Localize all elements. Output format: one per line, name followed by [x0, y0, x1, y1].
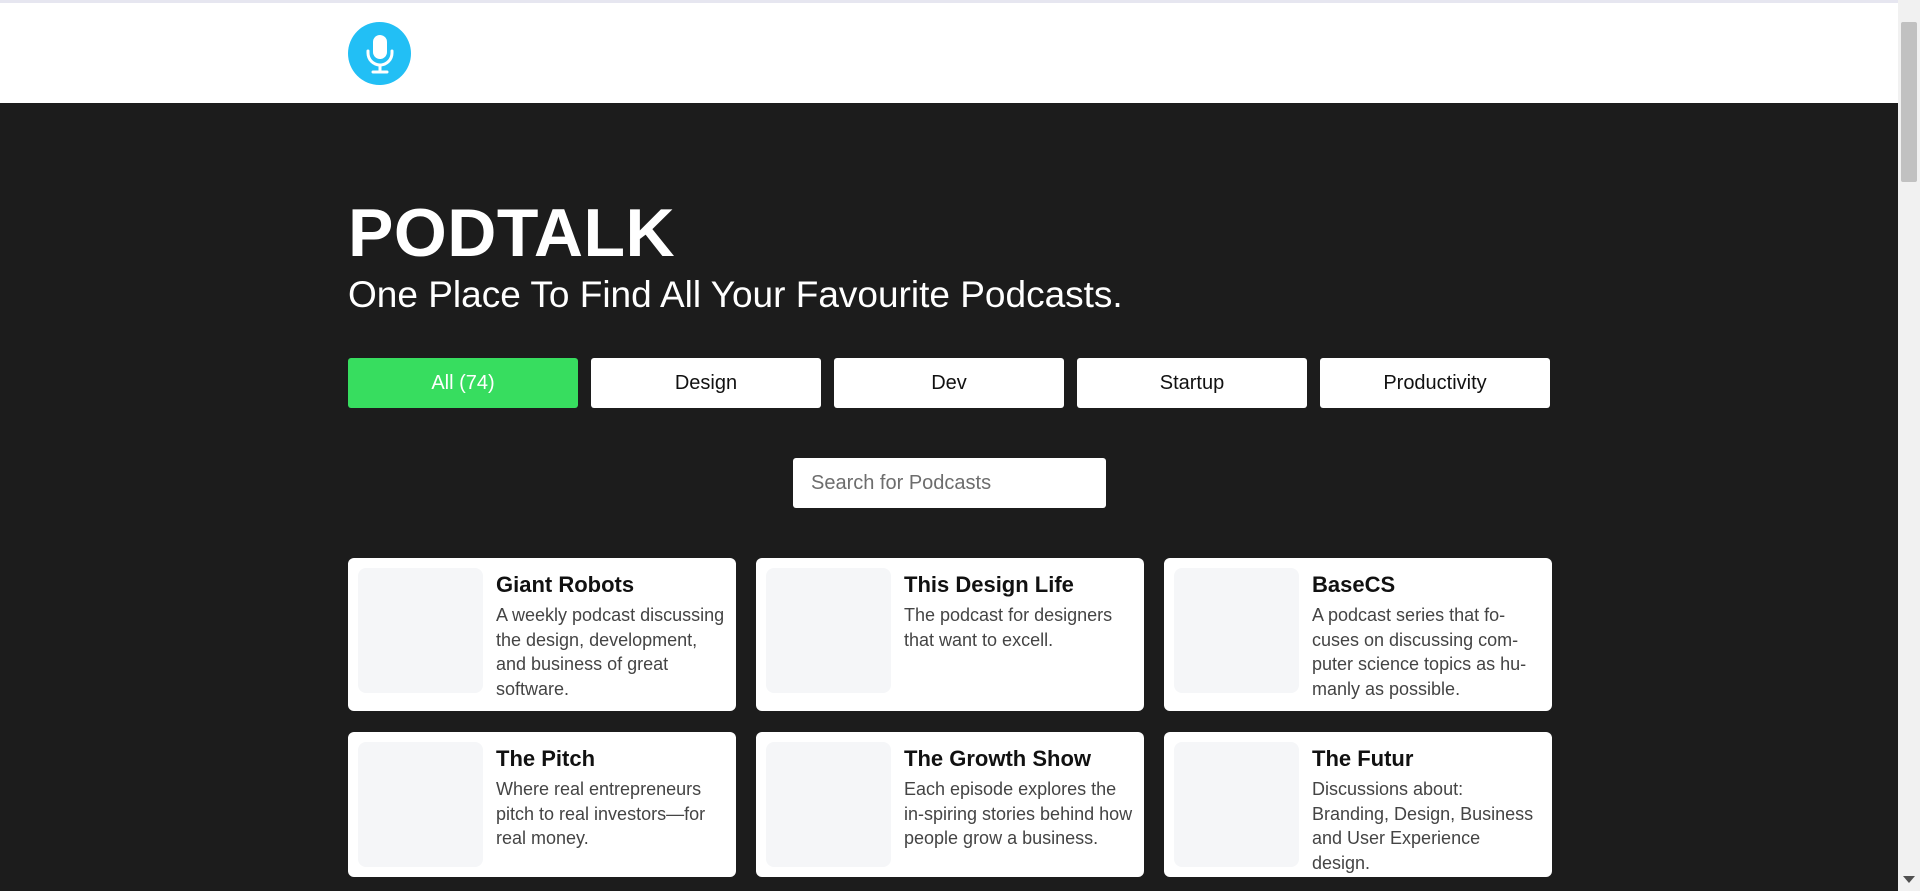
- podcast-card[interactable]: This Design Life The podcast for designe…: [756, 558, 1144, 711]
- podcast-card[interactable]: The Growth Show Each episode explores th…: [756, 732, 1144, 877]
- podcast-description: Where real entrepreneurs pitch to real i…: [496, 779, 706, 848]
- podcast-title: The Growth Show: [904, 746, 1091, 771]
- scroll-down-arrow-icon[interactable]: [1903, 876, 1915, 883]
- podcast-title: Giant Robots: [496, 572, 635, 597]
- podcast-description: Discussions about: Branding, Design, Bus…: [1312, 779, 1534, 873]
- podcast-card[interactable]: Giant Robots A weekly podcast discussing…: [348, 558, 736, 711]
- podcast-thumbnail: [766, 742, 891, 867]
- podcast-description: A weekly podcast discussing the design, …: [496, 605, 725, 699]
- microphone-icon: [366, 34, 393, 73]
- filter-dev-button[interactable]: Dev: [834, 358, 1064, 408]
- podcast-description: Each episode explores the in-spiring sto…: [904, 779, 1133, 848]
- podcast-description: A podcast series that fo-cuses on discus…: [1312, 605, 1527, 699]
- page: PODTALK One Place To Find All Your Favou…: [0, 0, 1920, 891]
- podcast-title: BaseCS: [1312, 572, 1396, 597]
- podcast-thumbnail: [1174, 742, 1299, 867]
- filter-startup-button[interactable]: Startup: [1077, 358, 1307, 408]
- podcast-card-body: This Design Life The podcast for designe…: [904, 568, 1134, 711]
- hero-section: PODTALK One Place To Find All Your Favou…: [0, 103, 1898, 891]
- filter-design-button[interactable]: Design: [591, 358, 821, 408]
- tagline: One Place To Find All Your Favourite Pod…: [348, 274, 1123, 315]
- page-title: PODTALK: [348, 195, 676, 271]
- search-input[interactable]: [793, 458, 1106, 508]
- podcast-card[interactable]: BaseCS A podcast series that fo-cuses on…: [1164, 558, 1552, 711]
- site-header: [0, 3, 1898, 103]
- filter-all-button[interactable]: All (74): [348, 358, 578, 408]
- podcast-thumbnail: [1174, 568, 1299, 693]
- category-filters: All (74) Design Dev Startup Productivity: [348, 358, 1550, 408]
- podcast-title: The Futur: [1312, 746, 1414, 771]
- podcast-thumbnail: [358, 568, 483, 693]
- podcast-title: The Pitch: [496, 746, 596, 771]
- podcast-card-body: The Growth Show Each episode explores th…: [904, 742, 1134, 877]
- filter-productivity-button[interactable]: Productivity: [1320, 358, 1550, 408]
- podcast-thumbnail: [358, 742, 483, 867]
- podcast-card-body: BaseCS A podcast series that fo-cuses on…: [1312, 568, 1542, 711]
- scrollbar[interactable]: [1898, 0, 1920, 891]
- podcast-title: This Design Life: [904, 572, 1074, 597]
- podcast-description: The podcast for designers that want to e…: [904, 605, 1113, 650]
- podcast-card-body: The Futur Discussions about: Branding, D…: [1312, 742, 1542, 877]
- podcast-grid: Giant Robots A weekly podcast discussing…: [348, 558, 1552, 877]
- podcast-thumbnail: [766, 568, 891, 693]
- scrollbar-thumb[interactable]: [1901, 22, 1917, 182]
- podcast-card[interactable]: The Pitch Where real entrepreneurs pitch…: [348, 732, 736, 877]
- podcast-card-body: The Pitch Where real entrepreneurs pitch…: [496, 742, 726, 877]
- logo[interactable]: [348, 22, 411, 85]
- podcast-card-body: Giant Robots A weekly podcast discussing…: [496, 568, 726, 711]
- podcast-card[interactable]: The Futur Discussions about: Branding, D…: [1164, 732, 1552, 877]
